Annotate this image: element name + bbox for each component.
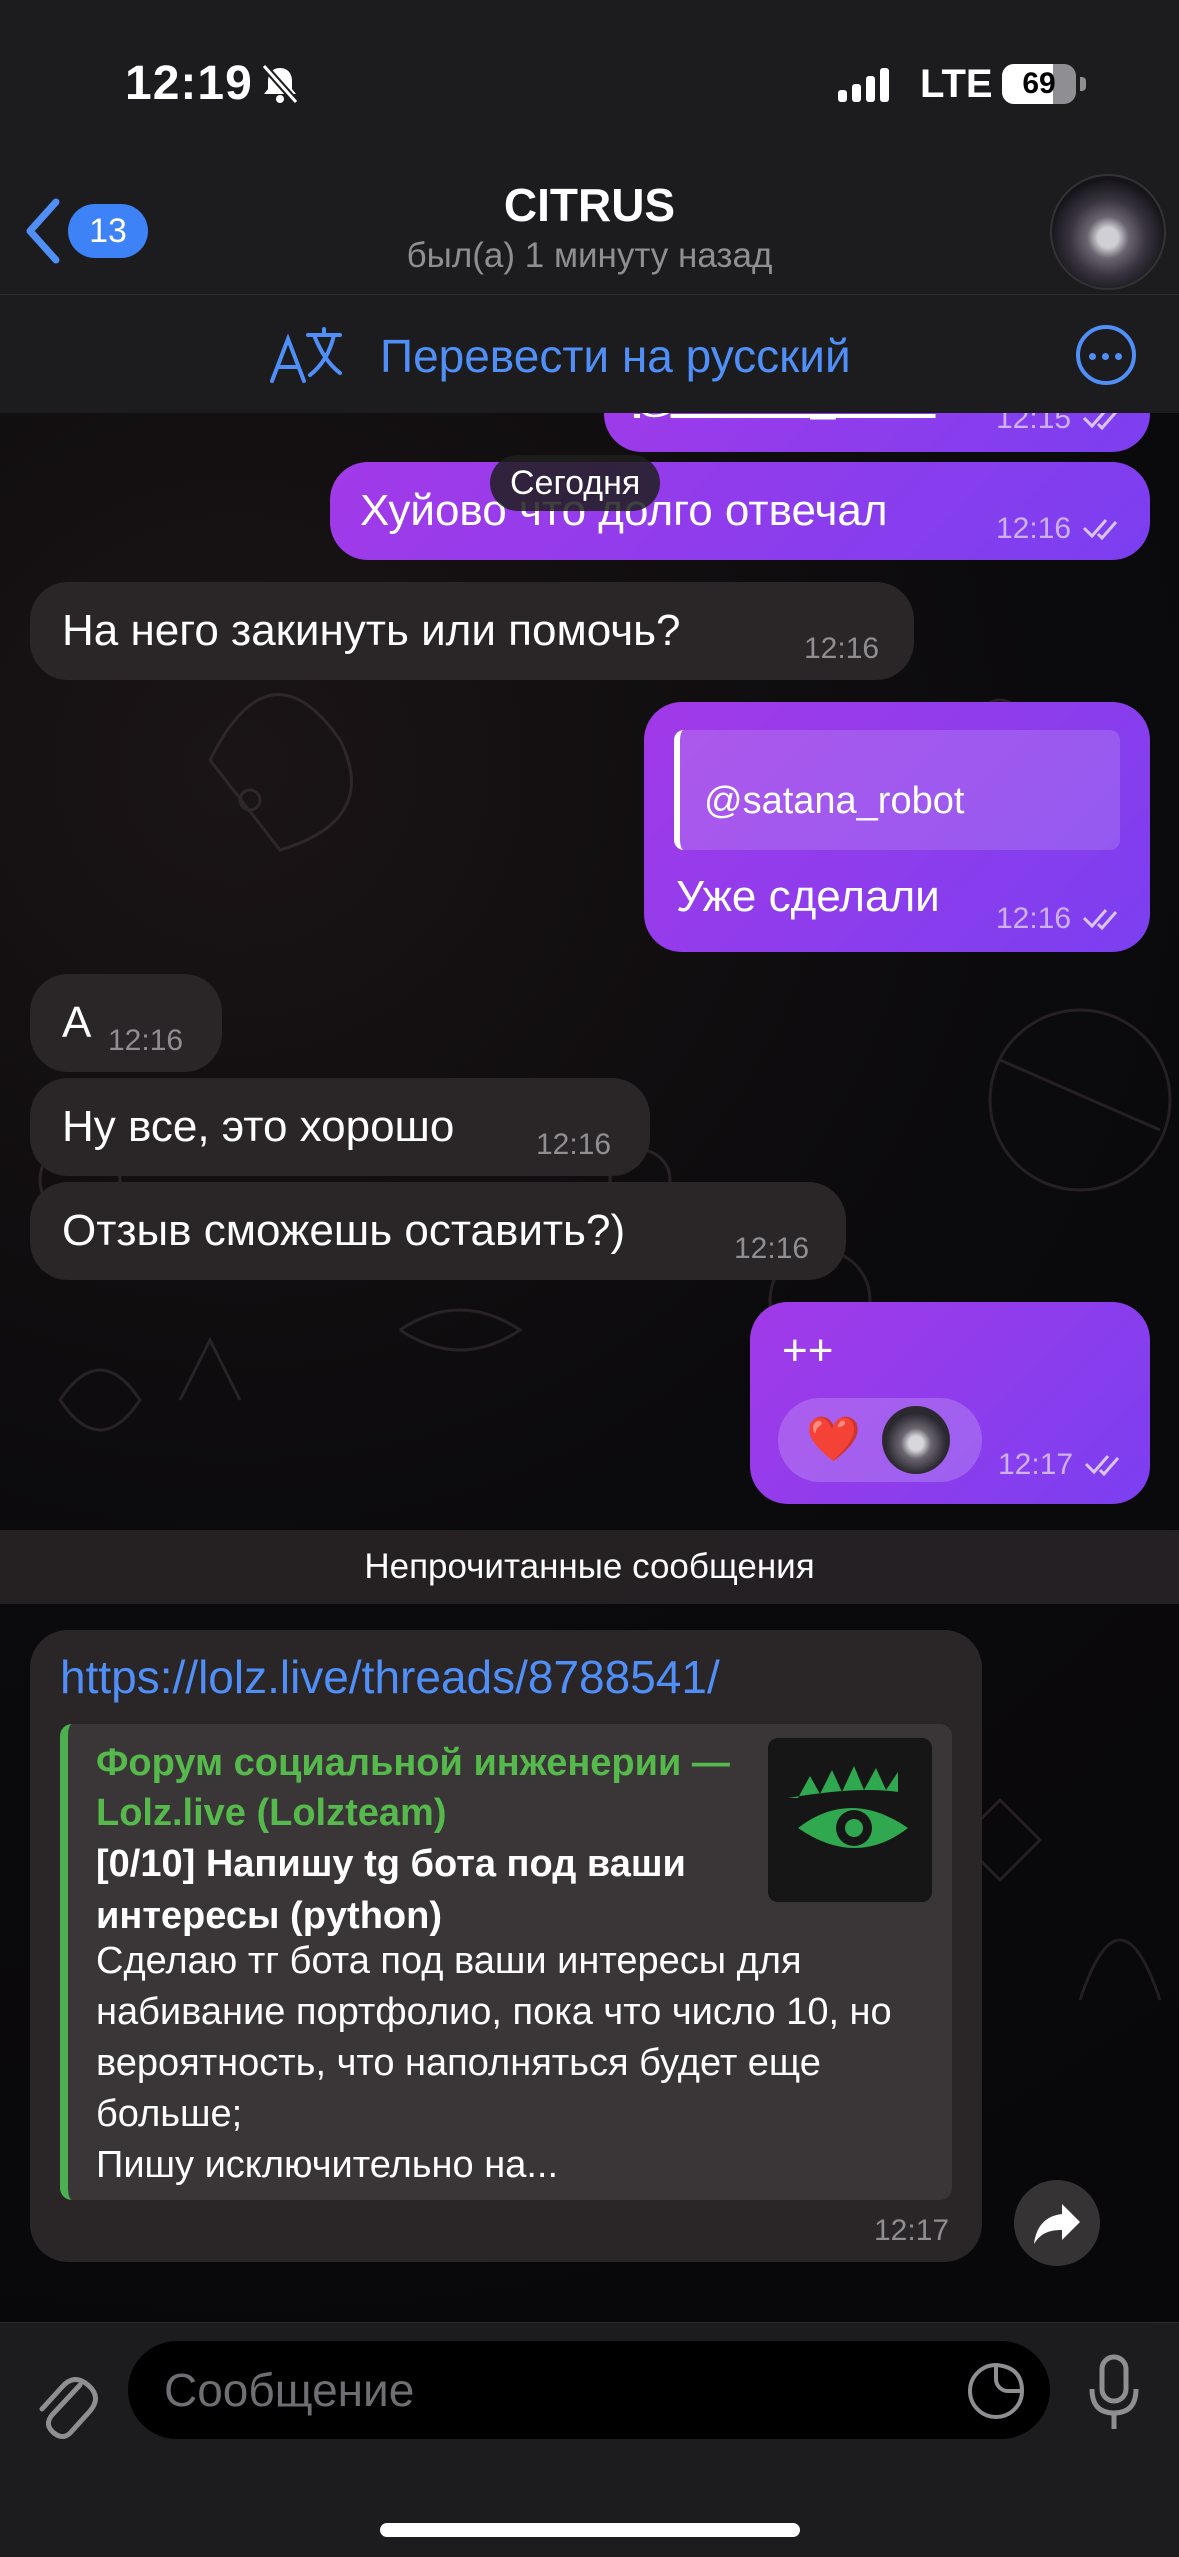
chat-last-seen: был(а) 1 минуту назад bbox=[406, 236, 773, 275]
battery-icon: 69 bbox=[1002, 64, 1076, 104]
message-time: 12:16 bbox=[996, 902, 1072, 935]
message-time: 12:16 bbox=[108, 1024, 184, 1057]
read-ticks-icon bbox=[1084, 1455, 1120, 1476]
date-separator: Сегодня bbox=[490, 455, 661, 511]
reaction-chip[interactable]: ❤️ bbox=[778, 1398, 982, 1482]
lolz-logo-icon bbox=[788, 1766, 908, 1848]
translate-button[interactable]: Перевести на русский bbox=[380, 329, 851, 383]
translate-icon[interactable] bbox=[268, 325, 344, 385]
message-text: Ну все, это хорошо bbox=[62, 1102, 455, 1151]
microphone-icon[interactable] bbox=[1086, 2353, 1142, 2433]
preview-title: [0/10] Напишу tg бота под ваши интересы … bbox=[96, 1843, 686, 1937]
status-time: 12:19 bbox=[125, 57, 253, 110]
preview-thumbnail bbox=[768, 1738, 932, 1902]
message-time: 12:16 bbox=[734, 1232, 810, 1265]
paperclip-icon[interactable] bbox=[28, 2361, 100, 2441]
link-preview[interactable]: Форум социальной инженерии — Lolz.live (… bbox=[60, 1724, 952, 2200]
message-bubble-out[interactable]: @satana_robot Уже сделали 12:16 bbox=[644, 702, 1150, 952]
sticker-icon[interactable] bbox=[966, 2361, 1026, 2421]
reactor-avatar bbox=[882, 1406, 950, 1474]
bell-off-icon bbox=[261, 63, 299, 105]
message-input[interactable] bbox=[128, 2341, 1050, 2439]
read-ticks-icon bbox=[1082, 413, 1118, 430]
message-bubble-out[interactable]: ++ ❤️ 12:17 bbox=[750, 1302, 1150, 1504]
message-text: А bbox=[62, 998, 92, 1047]
message-time: 12:16 bbox=[804, 632, 880, 665]
signal-icon bbox=[838, 68, 894, 102]
battery-tip bbox=[1080, 77, 1086, 91]
unread-separator: Непрочитанные сообщения bbox=[0, 1530, 1179, 1604]
read-ticks-icon bbox=[1082, 909, 1118, 930]
message-bubble-in[interactable]: А 12:16 bbox=[30, 974, 222, 1072]
message-bubble-out[interactable]: Хуйово что долго отвечал 12:16 bbox=[330, 462, 1150, 560]
reply-author: @satana_robot bbox=[704, 780, 965, 822]
message-composer bbox=[0, 2322, 1179, 2557]
chat-title[interactable]: CITRUS bbox=[0, 178, 1179, 232]
share-button[interactable] bbox=[1014, 2180, 1100, 2266]
read-ticks-icon bbox=[1082, 519, 1118, 540]
more-options-icon[interactable] bbox=[1076, 325, 1136, 385]
message-time: 12:17 bbox=[998, 1448, 1074, 1481]
message-bubble-out[interactable]: @satana_robot 12:15 bbox=[604, 413, 1150, 452]
message-bubble-in[interactable]: На него закинуть или помочь? 12:16 bbox=[30, 582, 914, 680]
preview-description: Сделаю тг бота под ваши интересы для наб… bbox=[96, 1940, 892, 2186]
battery-percent: 69 bbox=[1022, 67, 1056, 100]
message-time: 12:16 bbox=[536, 1128, 612, 1161]
message-bubble-in[interactable]: Отзыв сможешь оставить?) 12:16 bbox=[30, 1182, 846, 1280]
status-bar: 12:19 LTE 69 bbox=[0, 0, 1179, 170]
translate-bar: Перевести на русский bbox=[0, 295, 1179, 413]
message-text: Отзыв сможешь оставить?) bbox=[62, 1206, 626, 1255]
heart-icon: ❤️ bbox=[806, 1415, 861, 1464]
reply-quote[interactable]: @satana_robot bbox=[674, 730, 1120, 850]
preview-site-name: Форум социальной инженерии — Lolz.live (… bbox=[96, 1742, 730, 1834]
message-text: Уже сделали bbox=[676, 872, 940, 921]
message-bubble-in[interactable]: Ну все, это хорошо 12:16 bbox=[30, 1078, 650, 1176]
chat-header: 13 CITRUS был(а) 1 минуту назад bbox=[0, 170, 1179, 295]
contact-avatar[interactable] bbox=[1050, 174, 1166, 290]
link-url[interactable]: https://lolz.live/threads/8788541/ bbox=[60, 1650, 720, 1704]
share-arrow-icon bbox=[1034, 2204, 1080, 2244]
message-time: 12:16 bbox=[996, 512, 1072, 545]
message-text: @satana_robot bbox=[634, 413, 936, 422]
home-indicator bbox=[380, 2523, 800, 2537]
message-text: На него закинуть или помочь? bbox=[62, 606, 681, 655]
network-type: LTE bbox=[920, 62, 993, 106]
message-time: 12:17 bbox=[874, 2214, 950, 2247]
message-time: 12:15 bbox=[996, 413, 1072, 435]
message-text: ++ bbox=[782, 1326, 834, 1375]
